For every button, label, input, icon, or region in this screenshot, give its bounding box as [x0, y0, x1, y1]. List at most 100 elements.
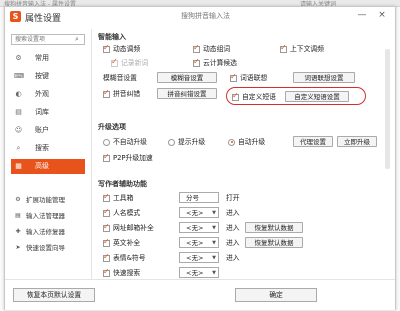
select-value: <无> — [186, 209, 204, 217]
restore-page-defaults-button[interactable]: 恢复本页默认设置 — [13, 288, 95, 302]
section-title-writing: 写作者辅助功能 — [98, 180, 147, 188]
word-assoc-settings-button[interactable]: 词语联想设置 — [293, 72, 355, 83]
emoji-key-select[interactable]: <无> ▼ — [179, 252, 219, 263]
checkbox-dynamic-freq[interactable]: 动态调频 — [103, 43, 141, 54]
sidebar-item-label: 外观 — [35, 90, 49, 98]
checkbox-memory-new[interactable]: 记录新词 — [111, 57, 149, 68]
radio-label: 提示升级 — [178, 138, 206, 146]
section-title-smart-input: 智能输入 — [98, 33, 126, 41]
checkbox-word-assoc[interactable]: 词语联想 — [230, 72, 268, 83]
search-icon[interactable]: ⌕ — [75, 35, 84, 44]
sidebar-item-label: 按键 — [35, 72, 49, 80]
checkbox-box — [103, 88, 110, 98]
sidebar-item-account[interactable]: ☺ 账户 — [11, 123, 85, 138]
fuzzy-settings-button[interactable]: 模糊音设置 — [157, 72, 217, 83]
checkbox-box — [103, 152, 110, 162]
checkbox-box — [103, 192, 110, 202]
extension-icon: ⚙ — [15, 196, 21, 203]
select-value: 分号 — [186, 194, 199, 202]
sidebar-item-common[interactable]: ⚙ 常用 — [11, 51, 85, 66]
checkbox-label: 网址邮箱补全 — [113, 224, 154, 232]
checkbox-pinyin-correct[interactable]: 拼音纠错 — [103, 88, 140, 99]
checkbox-english-complete[interactable]: 英文补全 — [103, 237, 140, 248]
select-value: <无> — [186, 269, 204, 277]
checkbox-label: 快速搜索 — [113, 269, 141, 277]
search-input[interactable] — [11, 34, 85, 45]
checkbox-box — [280, 43, 287, 53]
checkbox-emoji-symbol[interactable]: 表情&符号 — [103, 252, 146, 263]
checkbox-box — [103, 43, 110, 53]
radio-label: 自动升级 — [238, 138, 266, 146]
chevron-down-icon: ▼ — [212, 270, 216, 276]
book-icon: ▤ — [15, 108, 22, 116]
tool-label: 输入法修复器 — [26, 228, 65, 236]
checkbox-toolbox[interactable]: 工具箱 — [103, 192, 134, 203]
window-title: 属性设置 — [25, 14, 62, 24]
checkbox-box — [230, 72, 237, 82]
content-scrollbar[interactable] — [385, 49, 390, 169]
advanced-icon: ▦ — [15, 162, 22, 170]
sidebar-item-keys[interactable]: ⌨ 按键 — [11, 69, 85, 84]
chevron-down-icon: ▼ — [212, 240, 216, 246]
radio-prompt-upgrade[interactable]: 提示升级 — [168, 137, 205, 147]
ok-button[interactable]: 确定 — [235, 288, 317, 302]
title-bar[interactable]: S 属性设置 搜狗拼音输入法 — × — [5, 7, 395, 27]
checkbox-label: 记录新词 — [121, 59, 149, 67]
checkbox-label: 词语联想 — [240, 74, 268, 82]
name-mode-action[interactable]: 进入 — [226, 208, 240, 218]
sogou-logo-icon: S — [10, 11, 21, 22]
sidebar-item-label: 账户 — [35, 126, 49, 134]
sidebar-item-appearance[interactable]: ◐ 外观 — [11, 87, 85, 102]
settings-window: S 属性设置 搜狗拼音输入法 — × ⌕ ⚙ 常用 ⌨ 按键 ◐ 外观 ▤ 词库… — [4, 6, 396, 310]
sidebar-item-advanced[interactable]: ▦ 高级 — [11, 159, 85, 174]
sidebar-item-dictionary[interactable]: ▤ 词库 — [11, 105, 85, 120]
checkbox-label: P2P升级加速 — [113, 154, 153, 162]
checkbox-cloud-candidate[interactable]: 云计算候选 — [193, 57, 237, 68]
sidebar-item-search[interactable]: ⌕ 搜索 — [11, 141, 85, 156]
chevron-down-icon: ▼ — [212, 225, 216, 231]
gear-icon: ⚙ — [15, 54, 22, 62]
checkbox-label: 动态调频 — [113, 45, 141, 53]
checkbox-context-freq[interactable]: 上下文调频 — [280, 43, 324, 54]
sidebar: ⌕ ⚙ 常用 ⌨ 按键 ◐ 外观 ▤ 词库 ☺ 账户 ⌕ 搜索 ▦ 高级 — [5, 29, 92, 279]
sidebar-item-label: 词库 — [35, 108, 49, 116]
url-email-action[interactable]: 进入 — [226, 223, 240, 233]
tool-extension-manager[interactable]: ⚙ 扩展功能管理 — [11, 193, 91, 207]
radio-dot — [168, 138, 175, 146]
restore-url-email-data-button[interactable]: 恢复默认数据 — [245, 222, 303, 233]
checkbox-box — [103, 252, 110, 262]
section-title-upgrade: 升级选项 — [98, 123, 126, 131]
checkbox-box — [103, 222, 110, 232]
checkbox-label: 工具箱 — [113, 194, 134, 202]
close-button[interactable]: × — [375, 9, 389, 22]
restore-english-data-button[interactable]: 恢复默认数据 — [245, 237, 303, 248]
radio-no-auto-upgrade[interactable]: 不自动升级 — [103, 137, 147, 147]
checkbox-quick-search[interactable]: 快速搜索 — [103, 267, 141, 278]
toolbox-action[interactable]: 打开 — [226, 193, 240, 203]
tool-quick-wizard[interactable]: ➤ 快速设置向导 — [11, 241, 91, 255]
quick-search-key-select[interactable]: <无> ▼ — [179, 267, 219, 278]
english-key-select[interactable]: <无> ▼ — [179, 237, 219, 248]
fuzzy-label: 模糊音设置 — [103, 74, 137, 82]
toolbox-key-select[interactable]: 分号 — [179, 192, 219, 203]
proxy-settings-button[interactable]: 代理设置 — [293, 136, 333, 147]
english-action[interactable]: 进入 — [226, 238, 240, 248]
manager-icon: ▤ — [15, 212, 21, 219]
pinyin-correct-settings-button[interactable]: 拼音纠错设置 — [157, 88, 217, 99]
upgrade-now-button[interactable]: 立即升级 — [337, 136, 377, 147]
tool-ime-manager[interactable]: ▤ 输入法管理器 — [11, 209, 91, 223]
checkbox-p2p-upgrade[interactable]: P2P升级加速 — [103, 152, 153, 163]
tool-ime-repair[interactable]: ✚ 输入法修复器 — [11, 225, 91, 239]
radio-auto-upgrade[interactable]: 自动升级 — [228, 137, 265, 147]
checkbox-name-mode[interactable]: 人名模式 — [103, 207, 140, 218]
url-email-key-select[interactable]: <无> ▼ — [179, 222, 219, 233]
select-value: <无> — [186, 224, 204, 232]
emoji-action[interactable]: 进入 — [226, 253, 240, 263]
name-mode-key-select[interactable]: <无> ▼ — [179, 207, 219, 218]
search-icon: ⌕ — [16, 144, 21, 152]
minimize-button[interactable]: — — [355, 9, 369, 22]
checkbox-url-email-complete[interactable]: 网址邮箱补全 — [103, 222, 154, 233]
checkbox-dynamic-combo[interactable]: 动态组词 — [193, 43, 230, 54]
tool-label: 扩展功能管理 — [26, 196, 65, 204]
checkbox-box — [103, 237, 110, 247]
